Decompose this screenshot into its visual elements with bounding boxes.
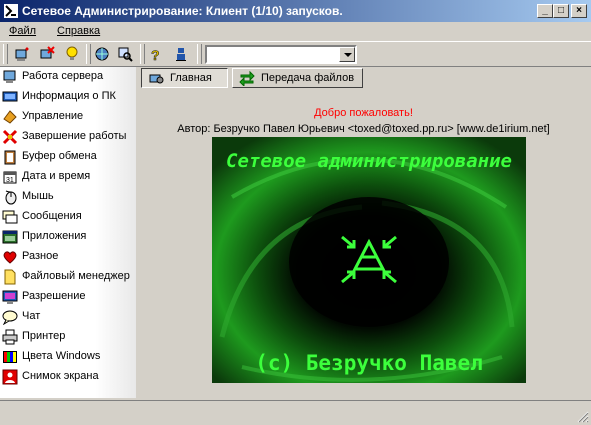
tab-file-transfer-label: Передача файлов bbox=[261, 72, 355, 84]
tab-home-label: Главная bbox=[170, 72, 212, 84]
printer-icon bbox=[2, 329, 18, 345]
menu-help[interactable]: Справка bbox=[57, 25, 100, 37]
user-icon[interactable] bbox=[171, 45, 191, 64]
server-icon bbox=[3, 70, 16, 83]
banner-footer: (c) Безручко Павел bbox=[255, 351, 483, 375]
clipboard-icon bbox=[4, 150, 16, 165]
sidebar-item-label: Информация о ПК bbox=[22, 90, 116, 102]
connection-combo[interactable] bbox=[205, 45, 357, 64]
sidebar-item-pc-info[interactable]: Информация о ПК bbox=[2, 87, 136, 107]
mouse-icon bbox=[5, 190, 17, 205]
sidebar-item-label: Сообщения bbox=[22, 210, 82, 222]
sidebar-item-label: Работа сервера bbox=[22, 70, 104, 82]
status-bar bbox=[0, 400, 591, 425]
author-text: Автор: Безручко Павел Юрьевич <toxed@tox… bbox=[177, 123, 550, 135]
sidebar-item-label: Управление bbox=[22, 110, 84, 122]
sidebar-item-resolution[interactable]: Разрешение bbox=[2, 287, 136, 307]
screenshot-icon bbox=[2, 369, 18, 385]
sidebar-item-label: Цвета Windows bbox=[22, 350, 101, 362]
sidebar-item-label: Принтер bbox=[22, 330, 66, 342]
sidebar-item-shutdown[interactable]: Завершение работы bbox=[2, 127, 136, 147]
home-icon bbox=[149, 74, 164, 84]
toolbar-grip[interactable] bbox=[3, 44, 8, 64]
sidebar-item-label: Завершение работы bbox=[22, 130, 127, 142]
misc-icon bbox=[3, 251, 17, 264]
sidebar-item-label: Файловый менеджер bbox=[22, 270, 130, 282]
shutdown-icon bbox=[2, 129, 18, 145]
colors-icon bbox=[3, 351, 17, 363]
help-icon[interactable]: ? bbox=[145, 45, 165, 64]
sidebar-item-misc[interactable]: Разное bbox=[2, 247, 136, 267]
sidebar-item-label: Чат bbox=[22, 310, 41, 322]
welcome-text: Добро пожаловать! bbox=[314, 107, 413, 119]
sidebar-item-messages[interactable]: Сообщения bbox=[2, 207, 136, 227]
tab-file-transfer[interactable]: Передача файлов bbox=[232, 68, 363, 88]
sidebar-item-clipboard[interactable]: Буфер обмена bbox=[2, 147, 136, 167]
sidebar-item-server[interactable]: Работа сервера bbox=[2, 67, 136, 87]
sidebar-item-label: Разрешение bbox=[22, 290, 86, 302]
minimize-button[interactable]: _ bbox=[537, 4, 553, 18]
sidebar-item-printer[interactable]: Принтер bbox=[2, 327, 136, 347]
sidebar-item-colors[interactable]: Цвета Windows bbox=[2, 347, 136, 367]
file-manager-icon bbox=[4, 269, 16, 285]
menu-file[interactable]: Файл bbox=[9, 25, 36, 37]
menu-bar: Файл Справка bbox=[0, 22, 591, 41]
sidebar-item-label: Буфер обмена bbox=[22, 150, 97, 162]
sidebar-item-screenshot[interactable]: Снимок экрана bbox=[2, 367, 136, 387]
sidebar-item-chat[interactable]: Чат bbox=[2, 307, 136, 327]
sidebar-item-datetime[interactable]: 31 Дата и время bbox=[2, 167, 136, 187]
pc-info-icon bbox=[2, 91, 18, 102]
sidebar-item-control[interactable]: Управление bbox=[2, 107, 136, 127]
chevron-down-icon[interactable] bbox=[339, 47, 355, 62]
idea-icon[interactable] bbox=[62, 45, 82, 64]
toolbar: ? bbox=[0, 41, 591, 67]
sidebar-item-label: Разное bbox=[22, 250, 59, 262]
applications-icon bbox=[2, 230, 18, 244]
tab-home[interactable]: Главная bbox=[141, 68, 228, 88]
search-icon[interactable] bbox=[115, 45, 135, 64]
control-icon bbox=[3, 110, 17, 124]
window-title: Сетевое Администрирование: Клиент (1/10)… bbox=[22, 4, 343, 18]
title-bar: Сетевое Администрирование: Клиент (1/10)… bbox=[0, 0, 591, 22]
messages-icon bbox=[2, 210, 18, 224]
sidebar-item-label: Дата и время bbox=[22, 170, 91, 182]
datetime-icon: 31 bbox=[3, 171, 17, 184]
network-icon[interactable] bbox=[92, 45, 112, 64]
toolbar-separator bbox=[197, 44, 202, 64]
sidebar-item-applications[interactable]: Приложения bbox=[2, 227, 136, 247]
sidebar-item-mouse[interactable]: Мышь bbox=[2, 187, 136, 207]
resolution-icon bbox=[2, 290, 18, 304]
banner-title: Сетевое администрирование bbox=[226, 150, 512, 172]
close-button[interactable]: × bbox=[571, 4, 587, 18]
resize-grip-icon[interactable] bbox=[577, 411, 589, 423]
maximize-button[interactable]: □ bbox=[553, 4, 569, 18]
sidebar-item-label: Снимок экрана bbox=[22, 370, 99, 382]
svg-text:?: ? bbox=[151, 47, 160, 62]
transfer-icon bbox=[239, 70, 255, 86]
toolbar-separator bbox=[86, 44, 91, 64]
sidebar-item-label: Мышь bbox=[22, 190, 54, 202]
svg-text:31: 31 bbox=[6, 177, 14, 184]
chat-icon bbox=[2, 310, 18, 325]
sidebar-item-label: Приложения bbox=[22, 230, 87, 242]
new-connection-icon[interactable] bbox=[12, 45, 32, 64]
app-icon bbox=[4, 4, 18, 18]
disconnect-icon[interactable] bbox=[37, 45, 57, 64]
banner-image: Сетевое администрирование (c) Безручко П… bbox=[212, 137, 526, 383]
sidebar-item-file-manager[interactable]: Файловый менеджер bbox=[2, 267, 136, 287]
sidebar: Работа сервера Информация о ПК Управлени… bbox=[0, 67, 136, 398]
